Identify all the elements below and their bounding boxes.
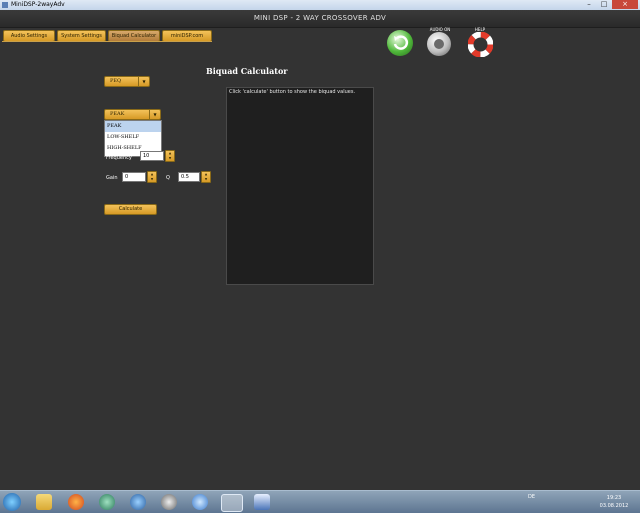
- q-input[interactable]: 0.5: [178, 172, 200, 182]
- thunderbird-icon[interactable]: [130, 494, 146, 510]
- q-label: Q: [166, 175, 170, 181]
- frequency-value: 10: [143, 153, 150, 159]
- tab-underline: [2, 41, 212, 42]
- itunes-icon[interactable]: [192, 494, 208, 510]
- firefox-icon[interactable]: [68, 494, 84, 510]
- gain-value: 0: [125, 174, 129, 180]
- gain-label: Gain: [106, 175, 118, 181]
- app-gray-icon[interactable]: [161, 494, 177, 510]
- app-green-icon[interactable]: [99, 494, 115, 510]
- app-icon: [2, 2, 8, 8]
- gain-input[interactable]: 0: [122, 172, 146, 182]
- frequency-input[interactable]: 10: [140, 151, 164, 161]
- minidsp-taskbar-icon[interactable]: [221, 494, 243, 512]
- q-value: 0.5: [181, 174, 189, 180]
- minimize-button[interactable]: –: [582, 0, 596, 9]
- chevron-down-icon: ▼: [138, 77, 149, 86]
- app-header: MINI DSP - 2 WAY CROSSOVER ADV: [0, 10, 640, 28]
- clock-date: 03.08.2012: [599, 503, 629, 509]
- filter-select-value: PEAK: [110, 111, 125, 117]
- paint-icon[interactable]: [254, 494, 270, 510]
- app-window: MINI DSP - 2 WAY CROSSOVER ADV Audio Set…: [0, 10, 640, 490]
- filter-select[interactable]: PEAK ▼: [104, 109, 161, 120]
- frequency-label: Frequency: [106, 155, 132, 161]
- filter-option-low-shelf[interactable]: LOW-SHELF: [105, 132, 161, 143]
- chevron-down-icon: ▼: [149, 110, 160, 119]
- taskbar-clock[interactable]: 19:23 03.08.2012: [594, 494, 634, 510]
- taskbar: DE 19:23 03.08.2012: [0, 490, 640, 513]
- biquad-output-area[interactable]: Click 'calculate' button to show the biq…: [226, 87, 374, 285]
- start-button-icon[interactable]: [3, 493, 21, 511]
- help-lifebuoy-icon[interactable]: [467, 31, 494, 58]
- folder-icon[interactable]: [36, 494, 52, 510]
- calculate-button[interactable]: Calculate: [104, 204, 157, 215]
- window-titlebar[interactable]: MiniDSP-2wayAdv – □ ×: [0, 0, 640, 10]
- app-title: MINI DSP - 2 WAY CROSSOVER ADV: [253, 14, 387, 22]
- clock-time: 19:23: [606, 495, 622, 501]
- page-title: Biquad Calculator: [206, 66, 288, 76]
- frequency-stepper[interactable]: ▲ ▼: [165, 150, 175, 162]
- gain-stepper[interactable]: ▲ ▼: [147, 171, 157, 183]
- output-text: Click 'calculate' button to show the biq…: [229, 89, 356, 95]
- type-select-value: PEQ: [110, 78, 122, 84]
- close-button[interactable]: ×: [612, 0, 638, 9]
- q-stepper[interactable]: ▲ ▼: [201, 171, 211, 183]
- maximize-button[interactable]: □: [597, 0, 611, 9]
- window-title: MiniDSP-2wayAdv: [11, 1, 65, 8]
- filter-option-peak[interactable]: PEAK: [105, 121, 161, 132]
- system-tray-language[interactable]: DE: [528, 494, 535, 500]
- type-select[interactable]: PEQ ▼: [104, 76, 150, 87]
- refresh-icon[interactable]: [387, 30, 413, 56]
- audio-toggle-icon[interactable]: [427, 32, 451, 56]
